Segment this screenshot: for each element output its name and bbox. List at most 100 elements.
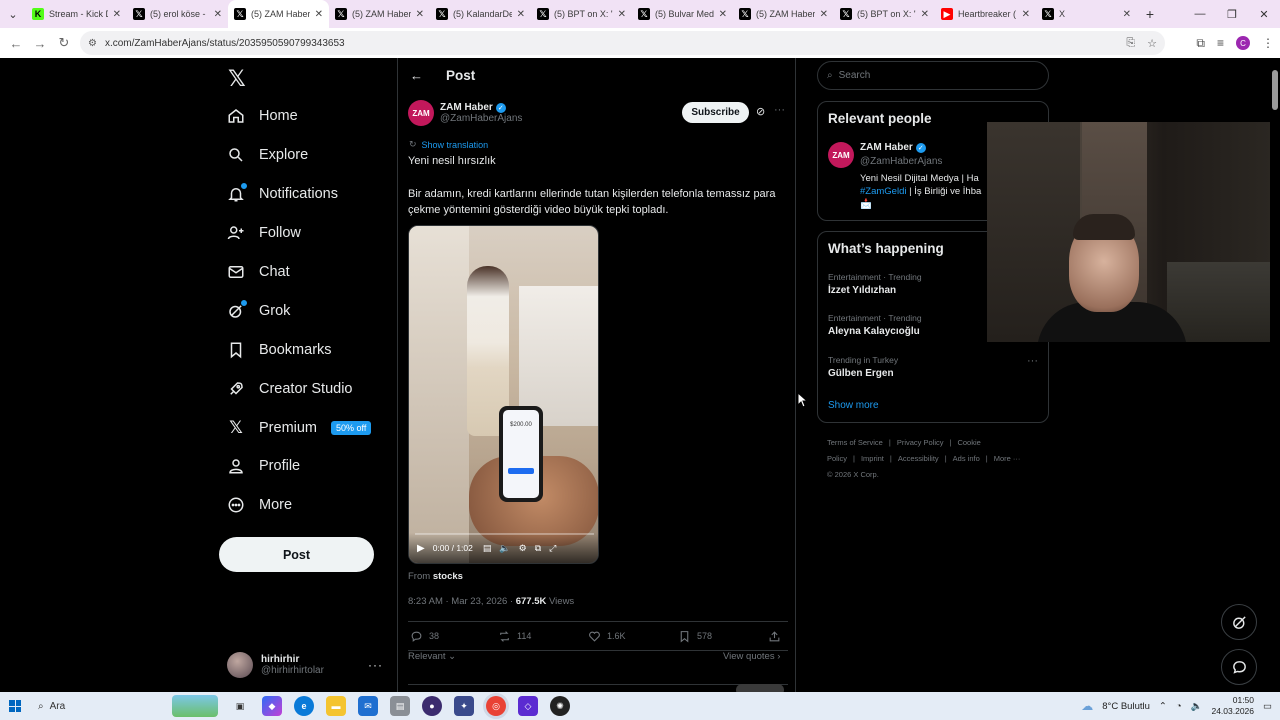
trend-item[interactable]: Trending in Turkey Gülben Ergen — [828, 355, 898, 379]
maximize-button[interactable]: ❐ — [1216, 0, 1248, 28]
taskbar-search[interactable]: ⌕ Ara — [30, 692, 220, 720]
nav-grok[interactable]: Grok — [227, 296, 290, 326]
close-window-button[interactable]: ✕ — [1248, 0, 1280, 28]
url-text[interactable]: x.com/ZamHaberAjans/status/2035950590799… — [105, 38, 345, 49]
show-translation-label[interactable]: Show translation — [422, 140, 489, 150]
show-more-link[interactable]: Show more — [828, 400, 879, 411]
address-bar[interactable]: ⚙ x.com/ZamHaberAjans/status/20359505907… — [80, 31, 1165, 55]
edge-icon[interactable]: e — [294, 696, 314, 716]
chat-floating-button[interactable] — [1221, 649, 1257, 685]
new-tab-button[interactable]: + — [1137, 6, 1163, 22]
app-icon-2[interactable]: ◇ — [518, 696, 538, 716]
task-view-icon[interactable]: ▣ — [230, 696, 250, 716]
nav-creator-studio[interactable]: Creator Studio — [227, 374, 353, 404]
mail-app-icon[interactable]: ✉ — [358, 696, 378, 716]
fullscreen-icon[interactable]: ⤢ — [549, 543, 556, 554]
weather-text[interactable]: 8°C Bulutlu — [1102, 701, 1150, 712]
settings-icon[interactable]: ⚙ — [519, 543, 527, 554]
footer-link[interactable]: Imprint — [861, 454, 884, 463]
footer-link[interactable]: Ads info — [953, 454, 980, 463]
close-tab-icon[interactable]: ✕ — [820, 9, 828, 20]
reply-button[interactable]: 38 — [410, 630, 439, 643]
back-button[interactable]: ← — [4, 36, 28, 51]
nav-profile[interactable]: Profile — [227, 451, 300, 481]
nav-premium[interactable]: 𝕏 Premium 50% off — [227, 413, 372, 443]
show-translation-link[interactable]: ↻ Show translation — [409, 139, 488, 150]
browser-menu-icon[interactable]: ⋮ — [1262, 36, 1274, 50]
grok-explain-icon[interactable]: ⊘ — [756, 105, 765, 118]
trend-more-icon[interactable]: ··· — [1027, 355, 1038, 367]
browser-tab[interactable]: 𝕏 (5) erol köse - ✕ — [127, 0, 228, 28]
trend-name[interactable]: Aleyna Kalaycıoğlu — [828, 326, 922, 337]
nav-home[interactable]: Home — [227, 101, 298, 131]
weather-icon[interactable]: ☁ — [1081, 699, 1093, 713]
play-icon[interactable]: ▶ — [417, 543, 425, 554]
tray-overflow-icon[interactable]: ⌃ — [1159, 701, 1167, 712]
footer-link[interactable]: More ··· — [994, 454, 1021, 463]
grok-floating-button[interactable] — [1221, 604, 1257, 640]
subscribe-button[interactable]: Subscribe — [682, 102, 749, 123]
view-quotes-link[interactable]: View quotes › — [723, 651, 780, 662]
nav-follow[interactable]: Follow — [227, 218, 301, 248]
close-tab-icon[interactable]: ✕ — [113, 9, 121, 20]
video-player[interactable]: $200.00 ▶ 0:00 / 1:02 ▤ 🔈 ⚙ ⧉ ⤢ — [408, 225, 599, 564]
close-tab-icon[interactable]: ✕ — [517, 9, 525, 20]
bookmark-button[interactable]: 578 — [678, 630, 712, 643]
footer-link[interactable]: Privacy Policy — [897, 438, 944, 447]
browser-tab[interactable]: 𝕏 (5) KalandarDe ✕ — [430, 0, 531, 28]
copilot-icon[interactable]: ◆ — [262, 696, 282, 716]
author-handle[interactable]: @ZamHaberAjans — [440, 113, 522, 124]
browser-tab[interactable]: 𝕏 (5) ZAM Haber ✕ — [228, 0, 329, 28]
footer-link[interactable]: Accessibility — [898, 454, 939, 463]
close-tab-icon[interactable]: ✕ — [214, 9, 222, 20]
browser-tab[interactable]: 𝕏 (5) ZAM Haber ✕ — [329, 0, 430, 28]
minimize-button[interactable]: — — [1184, 0, 1216, 28]
post-author[interactable]: ZAM ZAM Haber ✓ @ZamHaberAjans — [408, 100, 522, 126]
nav-chat[interactable]: Chat — [227, 257, 290, 287]
browser-tab[interactable]: K Stream - Kick D ✕ — [26, 0, 127, 28]
reply-preview-button[interactable] — [736, 684, 784, 692]
post-more-icon[interactable]: ··· — [774, 104, 785, 116]
site-info-icon[interactable]: ⚙ — [88, 38, 97, 49]
chrome-icon[interactable]: ◎ — [486, 696, 506, 716]
trend-name[interactable]: Gülben Ergen — [828, 368, 898, 379]
scrollbar-thumb[interactable] — [1272, 70, 1278, 110]
relevant-person-name-row[interactable]: ZAM Haber ✓ — [860, 142, 926, 153]
bio-hashtag[interactable]: #ZamGeldi — [860, 186, 906, 197]
post-timestamp[interactable]: 8:23 AM · Mar 23, 2026 · — [408, 596, 516, 607]
author-avatar[interactable]: ZAM — [408, 100, 434, 126]
volume-icon[interactable]: 🔈 — [1191, 701, 1203, 712]
app-icon[interactable]: ✦ — [454, 696, 474, 716]
obs-icon[interactable]: ● — [422, 696, 442, 716]
browser-tab[interactable]: 𝕏 X ✕ — [1036, 0, 1137, 28]
trend-item[interactable]: Entertainment · Trending İzzet Yıldızhan — [828, 272, 922, 296]
reply-sort-dropdown[interactable]: Relevant ⌄ — [408, 651, 456, 662]
close-tab-icon[interactable]: ✕ — [416, 9, 424, 20]
forward-button[interactable]: → — [28, 36, 52, 51]
notification-center-icon[interactable]: ▭ — [1263, 701, 1272, 712]
pip-icon[interactable]: ⧉ — [535, 543, 541, 554]
nav-more[interactable]: More — [227, 490, 292, 520]
install-app-icon[interactable]: ⎘ — [1126, 37, 1135, 50]
file-explorer-icon[interactable]: ▬ — [326, 696, 346, 716]
search-input[interactable]: ⌕ Search — [817, 61, 1049, 90]
close-tab-icon[interactable]: ✕ — [1022, 9, 1030, 20]
relevant-person-avatar[interactable]: ZAM — [828, 142, 854, 168]
nav-explore[interactable]: Explore — [227, 140, 308, 170]
clock[interactable]: 01:50 24.03.2026 — [1211, 695, 1254, 717]
close-tab-icon[interactable]: ✕ — [921, 9, 929, 20]
reload-button[interactable]: ↻ — [52, 35, 76, 51]
trend-item[interactable]: Entertainment · Trending Aleyna Kalaycıo… — [828, 313, 922, 337]
bookmark-star-icon[interactable]: ☆ — [1147, 37, 1157, 50]
media-controls-icon[interactable]: ≡ — [1217, 36, 1224, 50]
like-button[interactable]: 1.6K — [588, 630, 626, 643]
relevant-person-name[interactable]: ZAM Haber — [860, 142, 913, 153]
browser-tab[interactable]: ▶ Heartbreaker (✕ — [935, 0, 1036, 28]
trend-name[interactable]: İzzet Yıldızhan — [828, 285, 922, 296]
account-switcher[interactable]: hirhirhir @hirhirhirtolar ··· — [227, 648, 387, 682]
store-icon[interactable]: ▤ — [390, 696, 410, 716]
share-button[interactable] — [768, 630, 781, 643]
chatgpt-icon[interactable]: ✺ — [550, 696, 570, 716]
footer-link[interactable]: Terms of Service — [827, 438, 883, 447]
page-scrollbar[interactable] — [1270, 58, 1280, 692]
